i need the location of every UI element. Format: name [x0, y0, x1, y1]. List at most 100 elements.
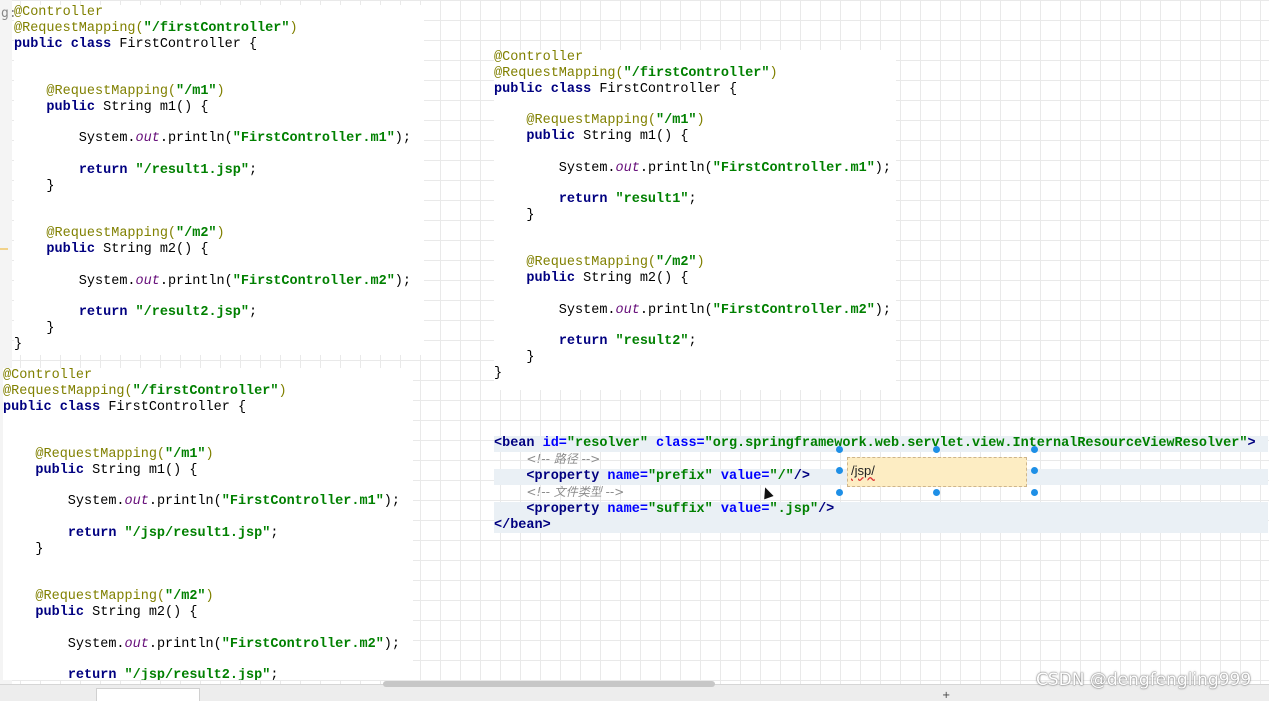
code-token: "org.springframework.web.servlet.view.In… — [704, 436, 1248, 451]
code-token: "FirstController.m2" — [232, 273, 395, 289]
gutter-change-marker — [0, 248, 8, 250]
code-line: return "/result2.jsp"; — [14, 305, 424, 321]
code-token: @RequestMapping( — [526, 113, 657, 129]
text-box-shape[interactable]: /jsp/ — [847, 457, 1027, 487]
code-token: "FirstController.m2" — [712, 302, 875, 318]
code-token: return — [67, 525, 125, 541]
code-line: @RequestMapping("/m1") — [494, 113, 896, 129]
code-snippet-view-name[interactable]: @Controller @RequestMapping("/firstContro… — [494, 50, 896, 390]
resize-handle-top[interactable] — [933, 446, 940, 453]
code-line: ​ — [494, 287, 896, 303]
code-line: } — [14, 337, 424, 353]
code-line: return "/result1.jsp"; — [14, 163, 424, 179]
resize-handle-bottom-right[interactable] — [1031, 489, 1038, 496]
code-token: .println( — [148, 636, 222, 652]
code-token: public class — [3, 399, 109, 415]
code-token: @Controller — [14, 5, 104, 20]
code-token: "/m2" — [656, 255, 697, 271]
horizontal-scrollbar[interactable] — [383, 681, 715, 687]
code-token: "/" — [769, 468, 794, 484]
code-token: "FirstController.m1" — [232, 131, 395, 147]
code-token: String m2() { — [103, 241, 209, 257]
code-token: } — [14, 178, 55, 194]
code-line: ​ — [3, 573, 413, 589]
code-line: ​ — [14, 52, 424, 68]
code-line: ​ — [14, 68, 424, 84]
code-token: } — [494, 207, 535, 223]
code-line: ​ — [3, 431, 413, 447]
resize-handle-left[interactable] — [836, 467, 843, 474]
code-line: public String m1() { — [494, 129, 896, 145]
code-token: ) — [205, 446, 214, 462]
code-line: @RequestMapping("/m1") — [3, 447, 413, 463]
code-token: String m1() { — [92, 462, 198, 478]
code-token: ); — [383, 494, 400, 510]
page-tab[interactable] — [96, 688, 200, 701]
code-line: return "result2"; — [494, 334, 896, 350]
code-token: @RequestMapping( — [494, 65, 624, 81]
code-token: System. — [3, 494, 125, 510]
code-token: "/m1" — [165, 446, 206, 462]
code-line: System.out.println("FirstController.m2")… — [3, 637, 413, 653]
code-line: ​ — [494, 176, 896, 192]
code-token: class= — [656, 436, 705, 451]
code-token: public — [35, 604, 93, 620]
code-token: "result2" — [615, 334, 689, 350]
code-line: ​ — [3, 621, 413, 637]
code-line: public String m2() { — [494, 271, 896, 287]
code-token: ; — [688, 192, 697, 208]
code-token: return — [78, 305, 136, 321]
code-token: "/m2" — [176, 226, 217, 242]
code-snippet-result-jsp[interactable]: @Controller @RequestMapping("/firstContro… — [14, 5, 424, 355]
resize-handle-right[interactable] — [1031, 467, 1038, 474]
code-line: </bean> — [494, 517, 1268, 534]
code-token: .println( — [639, 160, 713, 176]
code-token: ) — [696, 113, 705, 129]
resize-handle-top-right[interactable] — [1031, 446, 1038, 453]
code-token: return — [78, 162, 136, 178]
code-token: String m1() { — [103, 99, 209, 115]
code-token: "FirstController.m2" — [221, 636, 384, 652]
code-token: <!-- 路径 --> — [526, 451, 601, 466]
code-token: ".jsp" — [769, 501, 819, 517]
code-line: ​ — [494, 319, 896, 335]
code-token: id= — [542, 436, 567, 451]
code-token: .println( — [159, 131, 233, 147]
code-line: @Controller — [14, 5, 424, 21]
code-token: "FirstController.m1" — [221, 494, 384, 510]
resize-handle-bottom-left[interactable] — [836, 489, 843, 496]
code-line: System.out.println("FirstController.m1")… — [494, 161, 896, 177]
code-line: public class FirstController { — [14, 37, 424, 53]
resize-handle-bottom[interactable] — [933, 489, 940, 496]
code-token: "/result2.jsp" — [135, 305, 249, 321]
code-token: ); — [874, 302, 891, 318]
code-line: public class FirstController { — [3, 400, 413, 416]
code-token: ; — [270, 668, 279, 680]
add-page-icon[interactable]: + — [942, 690, 950, 701]
code-line: ​ — [14, 116, 424, 132]
resize-handle-top-left[interactable] — [836, 446, 843, 453]
code-token: ); — [383, 636, 400, 652]
code-token: @RequestMapping( — [35, 589, 166, 605]
code-line: } — [494, 366, 896, 382]
code-token: FirstController { — [108, 399, 247, 415]
code-line: System.out.println("FirstController.m1")… — [14, 131, 424, 147]
code-token: "/firstController" — [623, 65, 770, 81]
code-token: "/firstController" — [132, 383, 279, 399]
code-token: @RequestMapping( — [46, 226, 177, 242]
code-line: ​ — [3, 652, 413, 668]
code-token: public — [526, 271, 584, 287]
code-token: /> — [793, 468, 810, 484]
code-snippet-jsp-path[interactable]: @Controller @RequestMapping("/firstContro… — [3, 368, 413, 680]
text-box-content[interactable]: /jsp/ — [851, 463, 875, 478]
code-token: > — [1247, 436, 1256, 451]
code-token: out — [615, 302, 640, 318]
code-line: @RequestMapping("/firstController") — [3, 384, 413, 400]
code-line: ​ — [3, 510, 413, 526]
